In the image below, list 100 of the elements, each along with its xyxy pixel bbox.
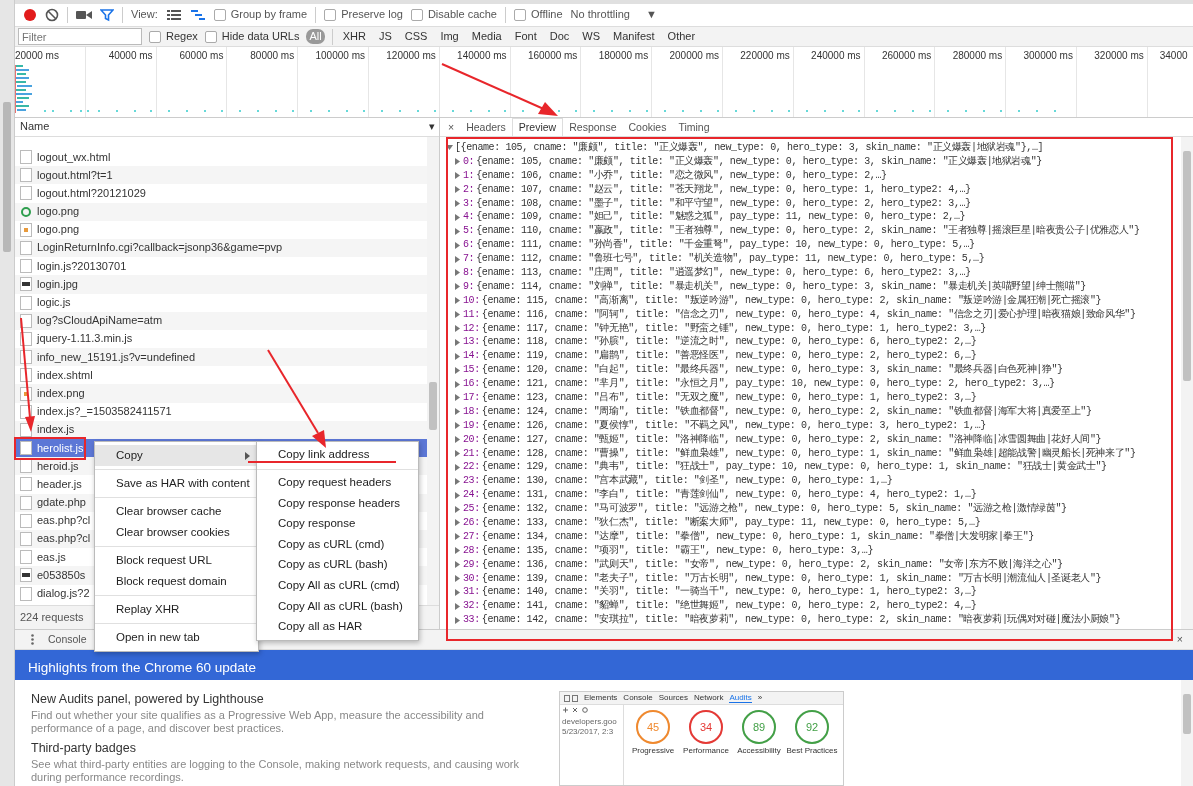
time-tick: 260000 ms	[881, 50, 932, 62]
array-index: 31:	[463, 586, 480, 599]
code-line: {ename: 108, cname: "墨子", title: "和平守望", new_type: 0, hero_type: 2, hero_type2: 3,…}	[476, 197, 971, 210]
time-tick: 180000 ms	[598, 50, 649, 62]
time-tick: 280000 ms	[952, 50, 1003, 62]
array-index: 0:	[463, 155, 475, 168]
array-index: 18:	[463, 405, 480, 418]
request-name: logo.png	[37, 223, 80, 237]
screenshot-tab-label: Network	[694, 693, 724, 703]
code-line: {ename: 136, cname: "武则天", title: "女帝", new_type: 0, hero_type: 2, skin_name: "女帝|东方不败|海洋之心"}	[481, 558, 1063, 571]
gauge-score: 92	[805, 721, 819, 733]
gauge-label: Performance	[683, 746, 729, 756]
checkbox-label: Disable cache	[427, 8, 497, 22]
array-index: 21:	[463, 447, 480, 460]
code-line: [{ename: 105, cname: "廉颇", title: "正义爆轰", new_type: 0, hero_type: 3, skin_name: "正义爆轰|地狱岩魂"},…]	[455, 141, 1044, 154]
code-line: {ename: 112, cname: "鲁班七号", title: "机关造物", pay_type: 11, new_type: 0, hero_type: 5,…}	[476, 253, 985, 266]
array-index: 3:	[463, 197, 475, 210]
request-name: LoginReturnInfo.cgi?callback=jsonp36&game=pvp	[37, 241, 283, 255]
request-name: log?sCloudApiName=atm	[37, 314, 163, 328]
array-index: 24:	[463, 489, 480, 502]
array-index: 17:	[463, 391, 480, 404]
code-line: {ename: 129, cname: "典韦", title: "狂战士", pay_type: 10, new_type: 0, hero_type: 1, skin_name: "狂战士|黄金武士"}	[481, 461, 1107, 474]
time-tick: 160000 ms	[527, 50, 578, 62]
screenshot-tab-label: Elements	[584, 693, 618, 703]
request-name: logout.html?20121029	[37, 186, 146, 201]
code-line: {ename: 119, cname: "扁鹊", title: "善恶怪医", new_type: 0, hero_type: 2, hero_type2: 6,…}	[481, 350, 977, 363]
time-tick: 120000 ms	[386, 50, 436, 62]
request-name: index.js	[37, 423, 75, 437]
array-index: 11:	[463, 308, 480, 321]
time-tick: 80000 ms	[250, 50, 295, 62]
array-index: 1:	[463, 169, 475, 182]
time-tick: 320000 ms	[1094, 50, 1144, 62]
array-index: 2:	[463, 183, 475, 196]
code-line: {ename: 134, cname: "达摩", title: "拳僧", new_type: 0, hero_type: 1, skin_name: "拳僧|大发明家|拳王"}	[481, 530, 1034, 543]
code-line: {ename: 118, cname: "孙膑", title: "逆流之时", new_type: 0, hero_type: 6, hero_type2: 2,…}	[481, 336, 977, 349]
code-line: {ename: 117, cname: "钟无艳", title: "野蛮之锤", new_type: 0, hero_type: 1, hero_type2: 3,…}	[481, 322, 986, 335]
request-name: index.js?_=1503582411571	[37, 405, 172, 419]
array-index: 33:	[463, 614, 480, 627]
screenshot-tab-label: Sources	[658, 693, 689, 703]
gauge-score: 89	[752, 721, 766, 733]
code-line: {ename: 114, cname: "刘禅", title: "暴走机关", new_type: 0, hero_type: 3, skin_name: "暴走机关|英喵野望|绅士熊喵"}	[476, 280, 1086, 293]
array-index: 22:	[463, 461, 480, 474]
site-name: developers.goo	[562, 717, 618, 727]
request-name: gdate.php	[37, 496, 86, 510]
report-date: 5/23/2017, 2:3	[562, 726, 615, 737]
request-name: eas.php?cl	[37, 514, 91, 528]
code-line: {ename: 116, cname: "阿轲", title: "信念之刃", new_type: 0, hero_type: 4, skin_name: "信念之刃|爱心护理|暗夜猫娘|致命风华"}	[481, 308, 1136, 321]
array-index: 15:	[463, 364, 480, 377]
code-line: {ename: 132, cname: "马可波罗", title: "远游之枪", new_type: 0, hero_type: 5, skin_name: "远游之枪|激情绿茵"}	[481, 503, 1067, 516]
gauge-label: Accessibility	[737, 746, 781, 756]
code-line: {ename: 111, cname: "孙尚香", title: "千金重弩", pay_type: 10, new_type: 0, hero_type: 5,…}	[476, 239, 975, 252]
time-tick: 20000 ms	[15, 50, 60, 62]
array-index: 12:	[463, 322, 480, 335]
code-line: {ename: 141, cname: "貂蝉", title: "绝世舞姬", new_type: 0, hero_type: 2, hero_type2: 4,…}	[481, 600, 977, 613]
code-line: {ename: 140, cname: "关羽", title: "一骑当千", new_type: 0, hero_type: 1, hero_type2: 3,…}	[481, 586, 977, 599]
gauge-score: 34	[699, 721, 713, 733]
array-index: 4:	[463, 211, 475, 224]
array-index: 32:	[463, 600, 480, 613]
code-line: {ename: 139, cname: "老夫子", title: "万古长明", new_type: 0, hero_type: 1, skin_name: "万古长明|潮流仙人|圣诞老人"}	[481, 572, 1102, 585]
code-line: {ename: 121, cname: "芈月", title: "永恒之月", pay_type: 10, new_type: 0, hero_type: 2, hero_type2: 3,…}	[481, 378, 1055, 391]
request-count: 224 requests	[20, 610, 84, 625]
request-name: login.js?20130701	[37, 259, 127, 273]
code-line: {ename: 120, cname: "白起", title: "最终兵器", new_type: 0, hero_type: 3, skin_name: "最终兵器|白色死神|狰"}	[481, 364, 1063, 377]
banner-title: Highlights from the Chrome 60 update	[28, 659, 257, 677]
time-tick: 140000 ms	[457, 50, 507, 62]
code-line: {ename: 128, cname: "曹操", title: "鲜血枭雄", new_type: 0, hero_type: 1, skin_name: "鲜血枭雄|超能战警|幽灵船长|死神来了"}	[481, 447, 1136, 460]
time-tick: 100000 ms	[315, 50, 365, 62]
array-index: 14:	[463, 350, 480, 363]
screenshot-tab-label: »	[757, 693, 763, 703]
array-index: 30:	[463, 572, 480, 585]
time-tick: 220000 ms	[740, 50, 790, 62]
screenshot-tab-label: Console	[623, 693, 653, 703]
request-name: jquery-1.11.3.min.js	[37, 332, 133, 346]
array-index: 29:	[463, 558, 480, 571]
code-line: {ename: 123, cname: "吕布", title: "无双之魔", new_type: 0, hero_type: 1, hero_type2: 3,…}	[481, 391, 977, 404]
request-name: logic.js	[37, 296, 71, 310]
array-index: 25:	[463, 503, 480, 516]
request-name: logout.html?t=1	[37, 168, 113, 182]
feature-title: Third-party badges	[31, 741, 137, 757]
time-tick: 34000	[1159, 50, 1188, 62]
request-name: e053850s	[37, 568, 86, 582]
array-index: 9:	[463, 280, 475, 293]
time-tick: 60000 ms	[179, 50, 224, 62]
code-line: {ename: 133, cname: "狄仁杰", title: "断案大师", pay_type: 11, new_type: 0, hero_type: 5,…}	[481, 517, 981, 529]
code-line: {ename: 106, cname: "小乔", title: "恋之微风", new_type: 0, hero_type: 2,…}	[476, 169, 887, 182]
feature-description: See what third-party entities are logging to the Console, making network requests, and causing work during performance recordings.	[31, 758, 520, 784]
array-index: 13:	[463, 336, 480, 349]
checkbox-label: Hide data URLs	[221, 29, 300, 44]
code-line: {ename: 131, cname: "李白", title: "青莲剑仙", new_type: 0, hero_type: 4, hero_type2: 1,…}	[481, 489, 977, 502]
gauge-label: Best Practices	[786, 746, 838, 756]
code-line: {ename: 126, cname: "夏侯惇", title: "不羁之风", new_type: 0, hero_type: 3, hero_type2: 1,…}	[481, 419, 986, 432]
array-index: 10:	[463, 294, 480, 307]
array-index: 8:	[463, 266, 475, 279]
code-line: {ename: 130, cname: "宫本武藏", title: "剑圣", new_type: 0, hero_type: 1,…}	[481, 475, 893, 488]
view-label: View:	[131, 8, 158, 22]
code-line: {ename: 135, cname: "项羽", title: "霸王", new_type: 0, hero_type: 3,…}	[481, 544, 874, 557]
request-name: herolist.js	[37, 441, 84, 455]
code-line: {ename: 107, cname: "赵云", title: "苍天翔龙", new_type: 0, hero_type: 1, hero_type2: 4,…}	[476, 183, 971, 196]
time-tick: 300000 ms	[1023, 50, 1073, 62]
request-name: info_new_15191.js?v=undefined	[37, 350, 196, 364]
